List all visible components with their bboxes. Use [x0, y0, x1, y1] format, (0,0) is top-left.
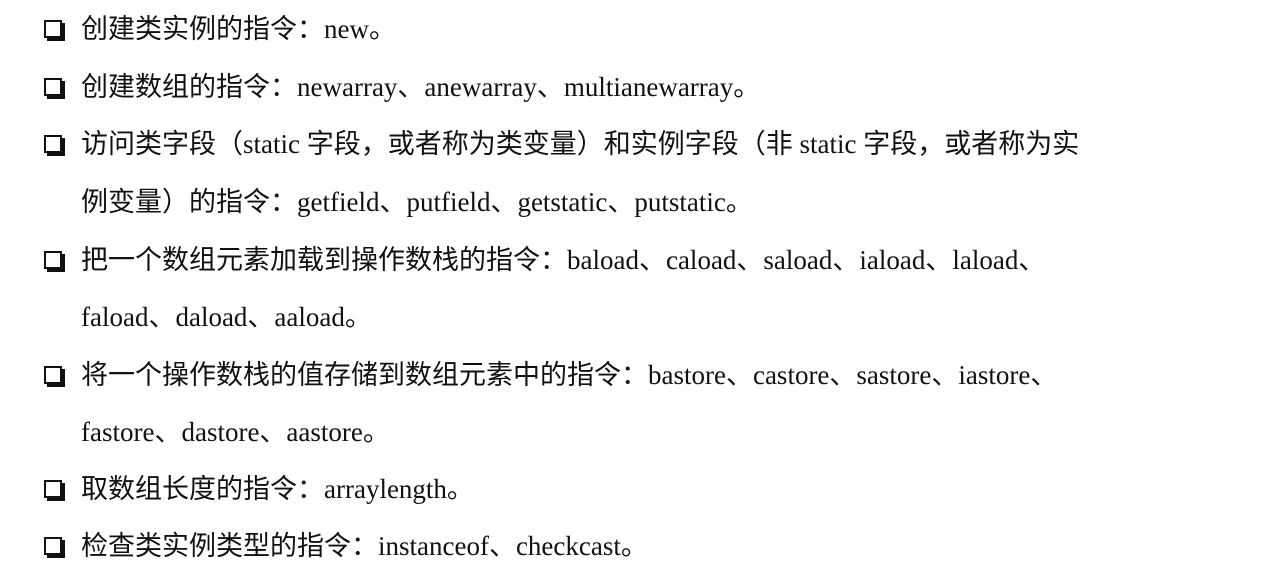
checkbox-bullet-icon	[44, 251, 62, 269]
item-text-line: 创建数组的指令：newarray、anewarray、multianewarra…	[81, 72, 761, 102]
item-text-line: 例变量）的指令：getfield、putfield、getstatic、puts…	[81, 187, 753, 217]
list-item: 把一个数组元素加载到操作数栈的指令：baload、caload、saload、i…	[44, 231, 1245, 347]
item-text-line: 把一个数组元素加载到操作数栈的指令：baload、caload、saload、i…	[81, 245, 1046, 275]
checkbox-bullet-icon	[44, 78, 62, 96]
item-text-line: 访问类字段（static 字段，或者称为类变量）和实例字段（非 static 字…	[81, 129, 1080, 159]
checkbox-bullet-icon	[44, 135, 62, 153]
item-text-line: fastore、dastore、aastore。	[81, 417, 390, 447]
list-item: 访问类字段（static 字段，或者称为类变量）和实例字段（非 static 字…	[44, 115, 1245, 231]
item-text-line: 检查类实例类型的指令：instanceof、checkcast。	[81, 531, 648, 561]
item-text-line: 将一个操作数栈的值存储到数组元素中的指令：bastore、castore、sas…	[81, 360, 1058, 390]
checkbox-bullet-icon	[44, 537, 62, 555]
list-item: 将一个操作数栈的值存储到数组元素中的指令：bastore、castore、sas…	[44, 346, 1245, 462]
checkbox-bullet-icon	[44, 366, 62, 384]
checkbox-bullet-icon	[44, 480, 62, 498]
item-text-line: faload、daload、aaload。	[81, 302, 372, 332]
instruction-list: 创建类实例的指令：new。 创建数组的指令：newarray、anewarray…	[0, 0, 1285, 574]
checkbox-bullet-icon	[44, 20, 62, 38]
item-text-line: 取数组长度的指令：arraylength。	[81, 474, 474, 504]
item-text-line: 创建类实例的指令：new。	[81, 14, 396, 44]
